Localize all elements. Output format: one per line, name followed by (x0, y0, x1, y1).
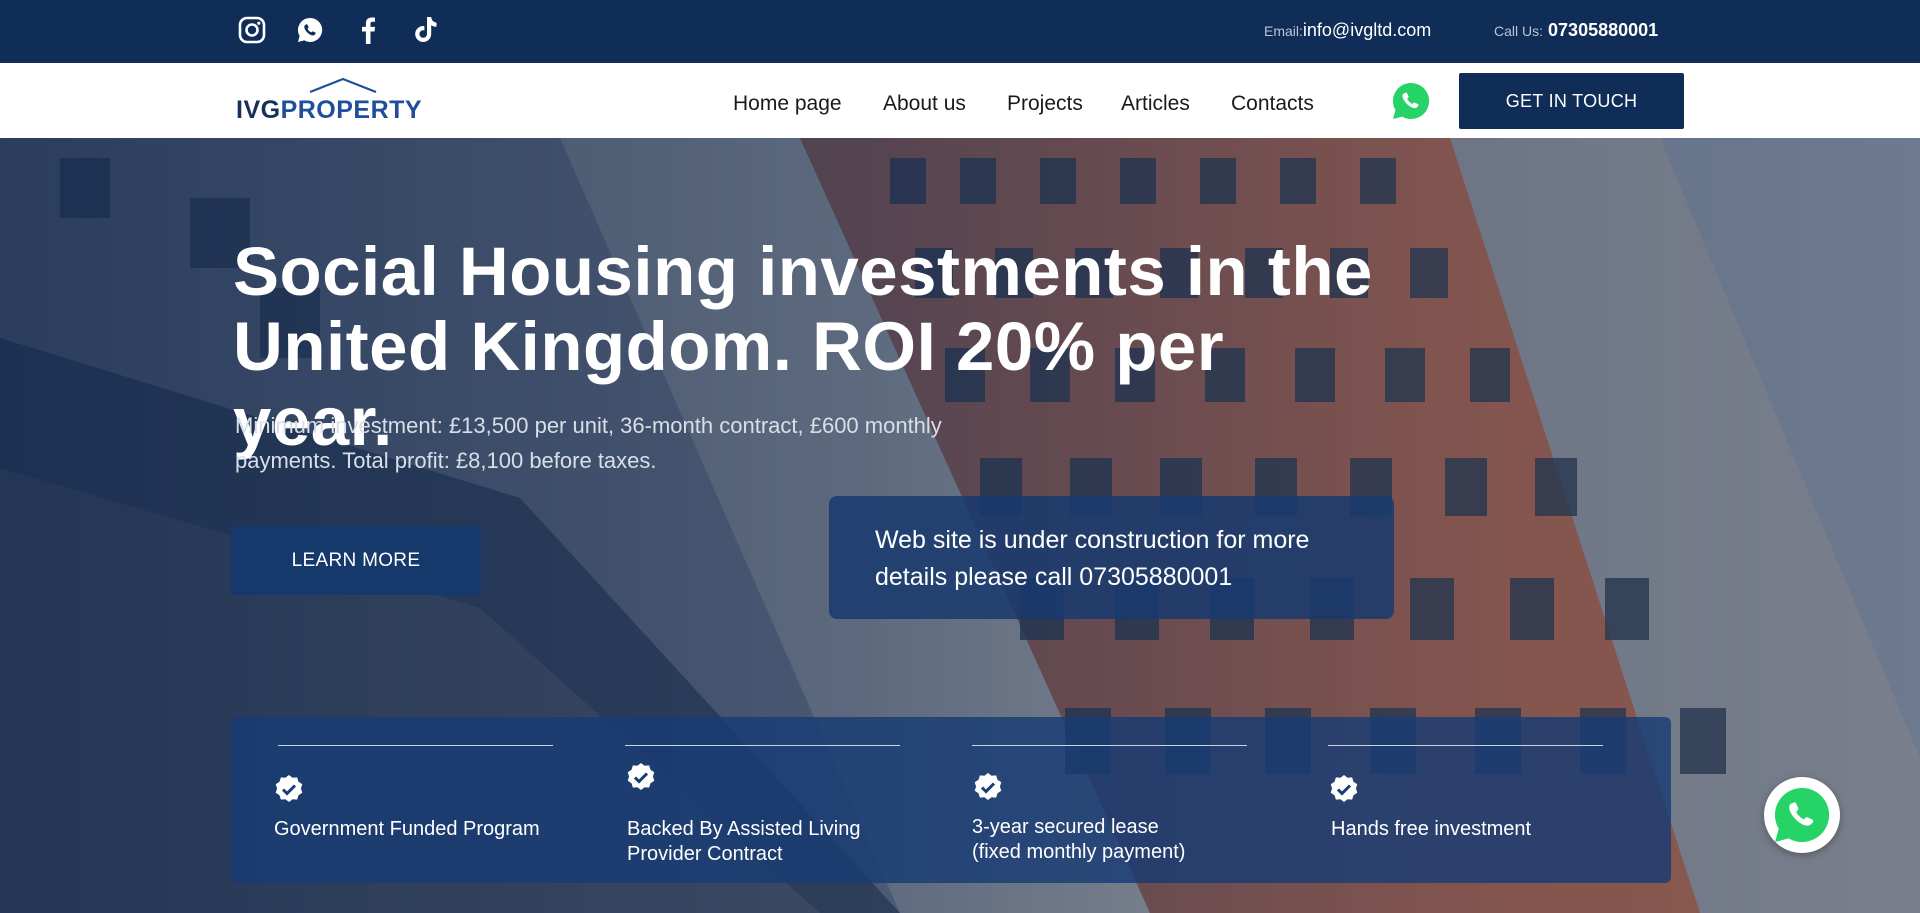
get-in-touch-button[interactable]: GET IN TOUCH (1459, 73, 1684, 129)
nav-home-page[interactable]: Home page (733, 92, 842, 116)
feature-divider (1328, 745, 1603, 746)
subtext-line-1: Minimum investment: £13,500 per unit, 36… (235, 413, 942, 438)
logo-part2: PROPERTY (280, 96, 423, 124)
nav-projects[interactable]: Projects (1007, 92, 1083, 116)
instagram-icon[interactable] (236, 14, 268, 46)
nav-contacts[interactable]: Contacts (1231, 92, 1314, 116)
hero-section: Social Housing investments in the United… (0, 138, 1920, 913)
email-value[interactable]: info@ivgltd.com (1303, 20, 1431, 40)
nav-about-us[interactable]: About us (883, 92, 966, 116)
verified-check-icon (275, 775, 303, 802)
feature-text: Backed By Assisted Living Provider Contr… (627, 817, 860, 867)
facebook-icon[interactable] (354, 14, 382, 46)
feature-item: Hands free investment (1266, 717, 1671, 883)
tiktok-icon[interactable] (412, 14, 440, 46)
construction-notice: Web site is under construction for more … (829, 496, 1394, 619)
whatsapp-icon[interactable] (294, 14, 326, 46)
phone-value[interactable]: 07305880001 (1548, 20, 1658, 40)
feature-line-1: Hands free investment (1331, 818, 1532, 840)
hero-subtext: Minimum investment: £13,500 per unit, 36… (235, 408, 1025, 478)
main-navbar: IVGPROPERTY Home page About us Projects … (0, 63, 1920, 138)
top-bar: Email:info@ivgltd.com Call Us: 073058800… (0, 0, 1920, 63)
feature-line-2: Provider Contract (627, 843, 783, 865)
learn-more-button[interactable]: LEARN MORE (231, 526, 481, 595)
headline-line-1: Social Housing investments in the (233, 233, 1373, 310)
email-contact[interactable]: Email:info@ivgltd.com (1264, 20, 1431, 41)
verified-check-icon (974, 773, 1002, 800)
whatsapp-icon (1774, 787, 1830, 842)
feature-text: Government Funded Program (274, 817, 540, 842)
feature-line-2: (fixed monthly payment) (972, 841, 1186, 863)
notice-line-2: details please call 07305880001 (875, 563, 1233, 591)
nav-articles[interactable]: Articles (1121, 92, 1190, 116)
features-panel: Government Funded Program Backed By Assi… (231, 717, 1671, 883)
logo-part1: IVG (236, 96, 281, 124)
phone-label: Call Us: (1494, 23, 1544, 39)
logo-roof-icon (309, 77, 377, 93)
whatsapp-float-button[interactable] (1764, 777, 1840, 853)
subtext-line-2: payments. Total profit: £8,100 before ta… (235, 448, 657, 473)
logo[interactable]: IVGPROPERTY (236, 77, 423, 125)
feature-divider (625, 745, 900, 746)
feature-line-1: Backed By Assisted Living (627, 818, 861, 840)
feature-line-1: Government Funded Program (274, 818, 540, 840)
notice-line-1: Web site is under construction for more (875, 526, 1310, 554)
feature-line-1: 3-year secured lease (972, 816, 1159, 838)
feature-item: Backed By Assisted Living Provider Contr… (571, 717, 916, 883)
verified-check-icon (627, 763, 655, 790)
feature-item: Government Funded Program (231, 717, 571, 883)
feature-item: 3-year secured lease (fixed monthly paym… (916, 717, 1266, 883)
phone-contact[interactable]: Call Us: 07305880001 (1494, 20, 1658, 41)
whatsapp-icon[interactable] (1391, 81, 1431, 121)
feature-text: 3-year secured lease (fixed monthly paym… (972, 815, 1185, 865)
feature-divider (972, 745, 1247, 746)
verified-check-icon (1330, 775, 1358, 802)
email-label: Email: (1264, 23, 1303, 39)
feature-divider (278, 745, 553, 746)
feature-text: Hands free investment (1331, 817, 1531, 842)
